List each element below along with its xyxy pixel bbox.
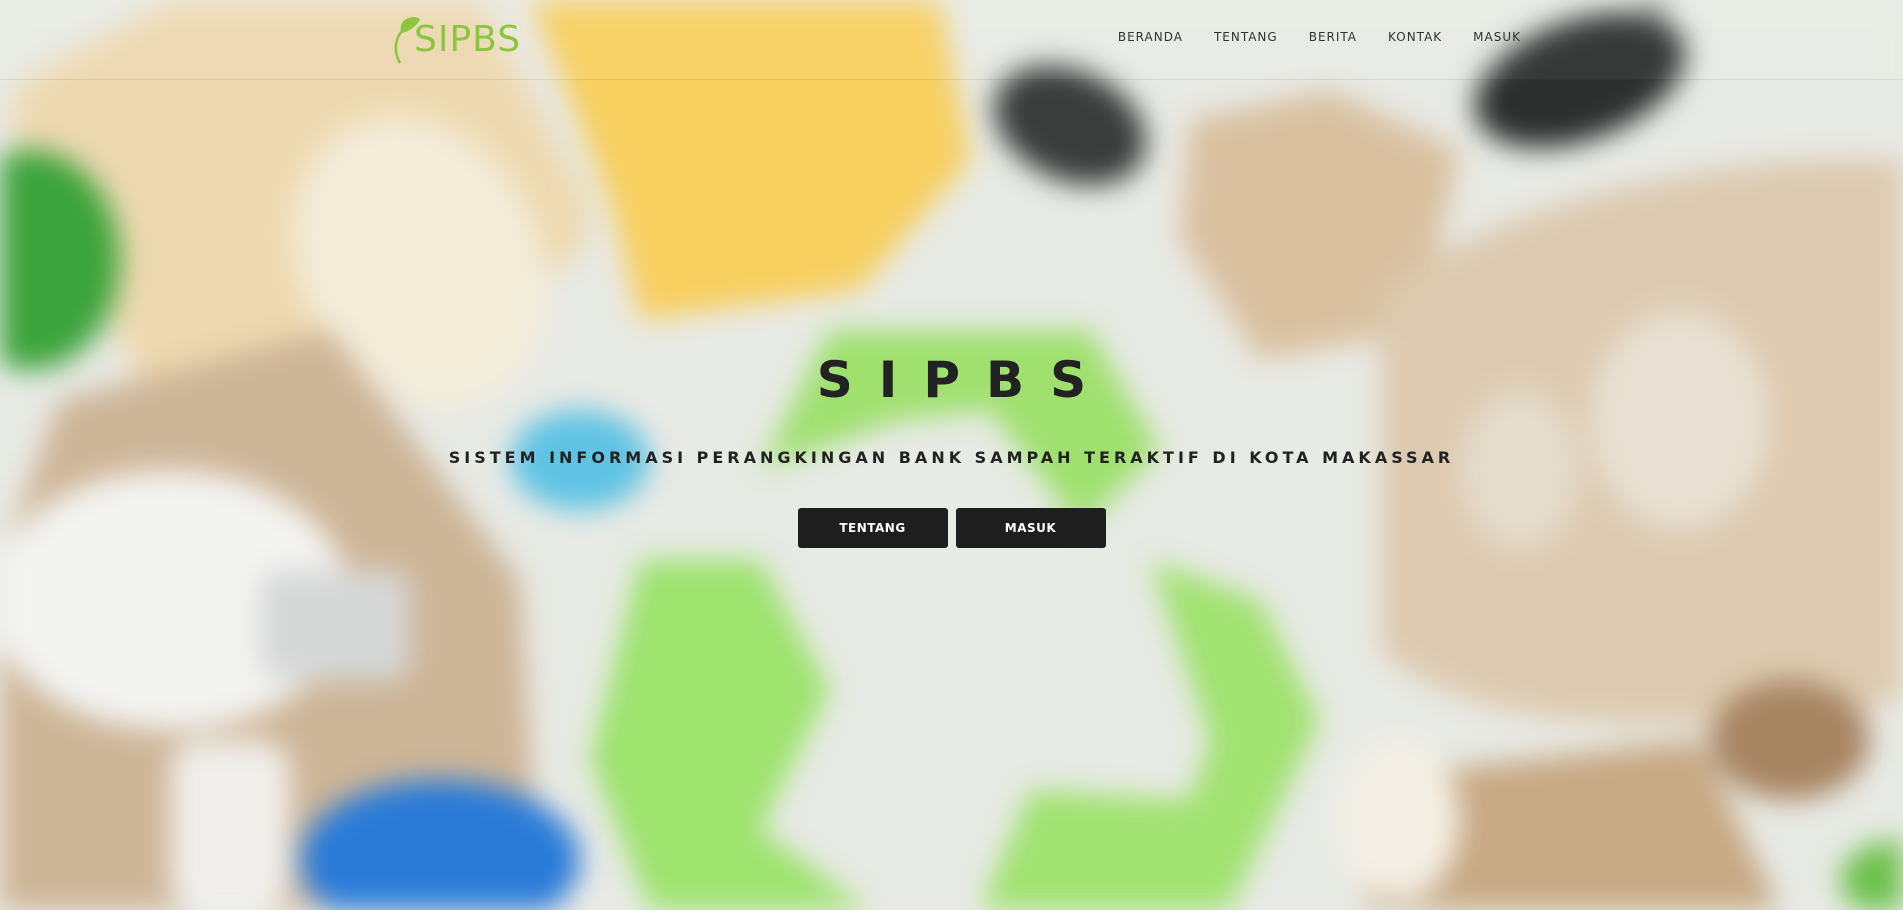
- nav-item-beranda[interactable]: BERANDA: [1118, 30, 1183, 44]
- nav-item-tentang[interactable]: TENTANG: [1214, 30, 1278, 44]
- nav-item-masuk[interactable]: MASUK: [1473, 30, 1521, 44]
- hero-content: SIPBS SISTEM INFORMASI PERANGKINGAN BANK…: [0, 340, 1903, 548]
- tentang-button[interactable]: TENTANG: [797, 508, 948, 548]
- main-nav: BERANDA TENTANG BERITA KONTAK MASUK: [1087, 30, 1521, 44]
- hero-buttons: TENTANG MASUK: [0, 508, 1903, 548]
- masuk-button[interactable]: MASUK: [955, 508, 1106, 548]
- nav-item-kontak[interactable]: KONTAK: [1388, 30, 1442, 44]
- brand-logo[interactable]: SIPBS: [390, 12, 521, 68]
- hero-title: SIPBS: [816, 351, 1113, 409]
- navbar: SIPBS BERANDA TENTANG BERITA KONTAK MASU…: [0, 0, 1903, 80]
- nav-item-berita[interactable]: BERITA: [1309, 30, 1357, 44]
- brand-name: SIPBS: [414, 19, 522, 60]
- hero-subtitle: SISTEM INFORMASI PERANGKINGAN BANK SAMPA…: [448, 448, 1455, 467]
- hero-section: SIPBS BERANDA TENTANG BERITA KONTAK MASU…: [0, 0, 1903, 910]
